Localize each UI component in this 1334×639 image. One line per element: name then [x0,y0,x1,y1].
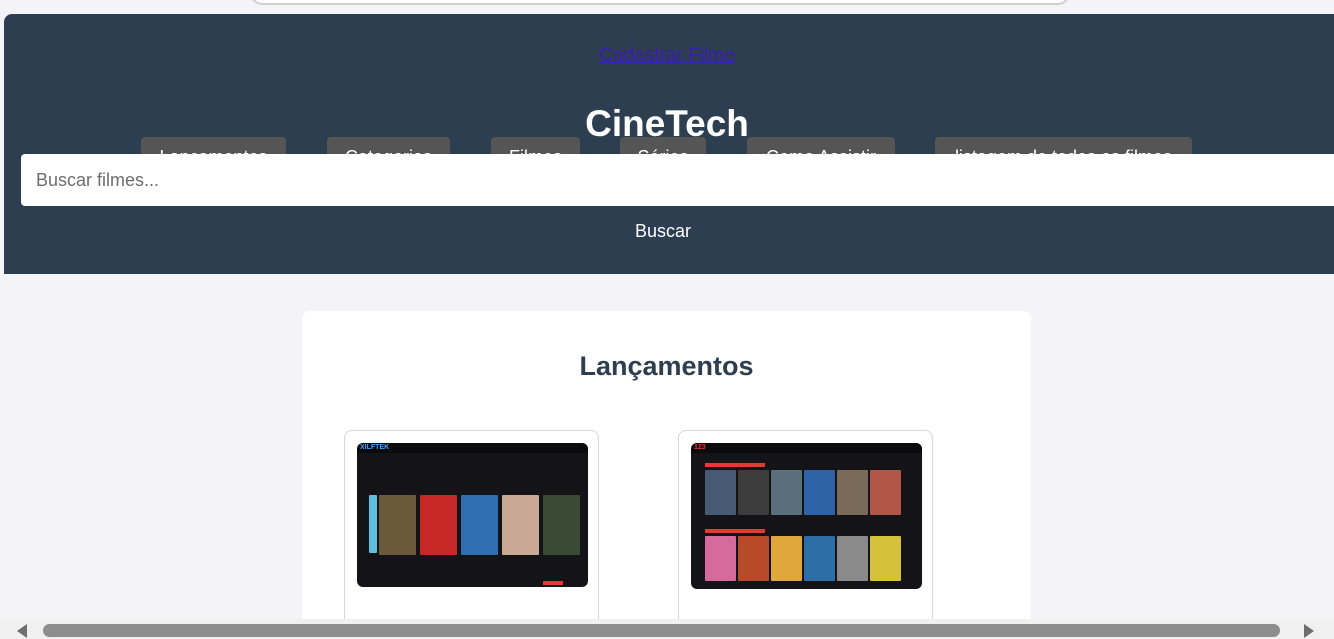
top-rounded-bar [250,0,1070,5]
movie-thumbnail: XILFTEK [357,443,588,587]
search-button[interactable]: Buscar [0,218,1326,246]
cadastrar-filme-link[interactable]: Cadastrar Filme [4,45,1330,67]
horizontal-scrollbar[interactable] [0,619,1334,639]
movie-thumbnail: 123 [691,443,922,589]
scroll-left-arrow-icon[interactable] [17,624,27,638]
section-title: Lançamentos [579,351,754,381]
lancamentos-section: Lançamentos XILFTEK 123 [302,311,1031,639]
thumbnail-logo: XILFTEK [360,444,390,451]
thumbnail-logo: 123 [694,444,706,451]
scroll-right-arrow-icon[interactable] [1304,624,1314,638]
movie-card[interactable]: XILFTEK [344,430,599,630]
movie-card[interactable]: 123 [678,430,933,630]
search-input[interactable] [21,154,1334,206]
scrollbar-thumb[interactable] [43,624,1280,637]
